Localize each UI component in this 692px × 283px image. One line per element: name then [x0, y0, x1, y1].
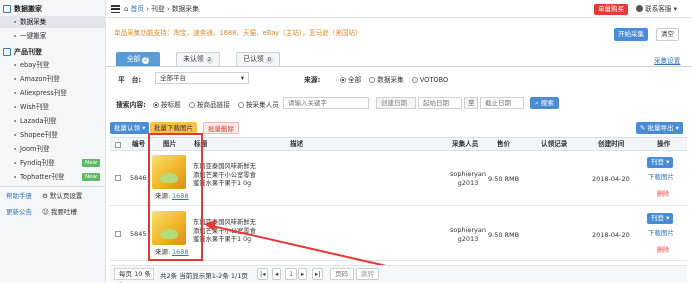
first-page-button[interactable]: |◂ — [257, 268, 269, 280]
go-button[interactable]: 跳转 — [356, 268, 379, 280]
pagination-summary: 共2条 当前显示第1-2条 1/1页 — [160, 272, 248, 280]
prev-page-icon: ◂ — [275, 270, 279, 278]
page-size-select[interactable]: 每页 10 条 ▾ — [114, 268, 154, 283]
next-page-icon: ▸ — [301, 270, 305, 278]
last-page-icon: ▸| — [315, 270, 321, 278]
next-page-button[interactable]: ▸ — [298, 268, 308, 280]
annotation-arrow — [204, 220, 405, 271]
prev-page-button[interactable]: ◂ — [272, 268, 282, 280]
first-page-icon: |◂ — [260, 270, 266, 278]
last-page-button[interactable]: ▸| — [312, 268, 324, 280]
page-1-button[interactable]: 1 — [285, 268, 298, 280]
app-root: 数据搬家 数据采集 一键搬家 产品刊登 ebay刊登 Amazon刊登 Alie… — [0, 0, 692, 283]
page-number-input[interactable] — [330, 268, 354, 280]
